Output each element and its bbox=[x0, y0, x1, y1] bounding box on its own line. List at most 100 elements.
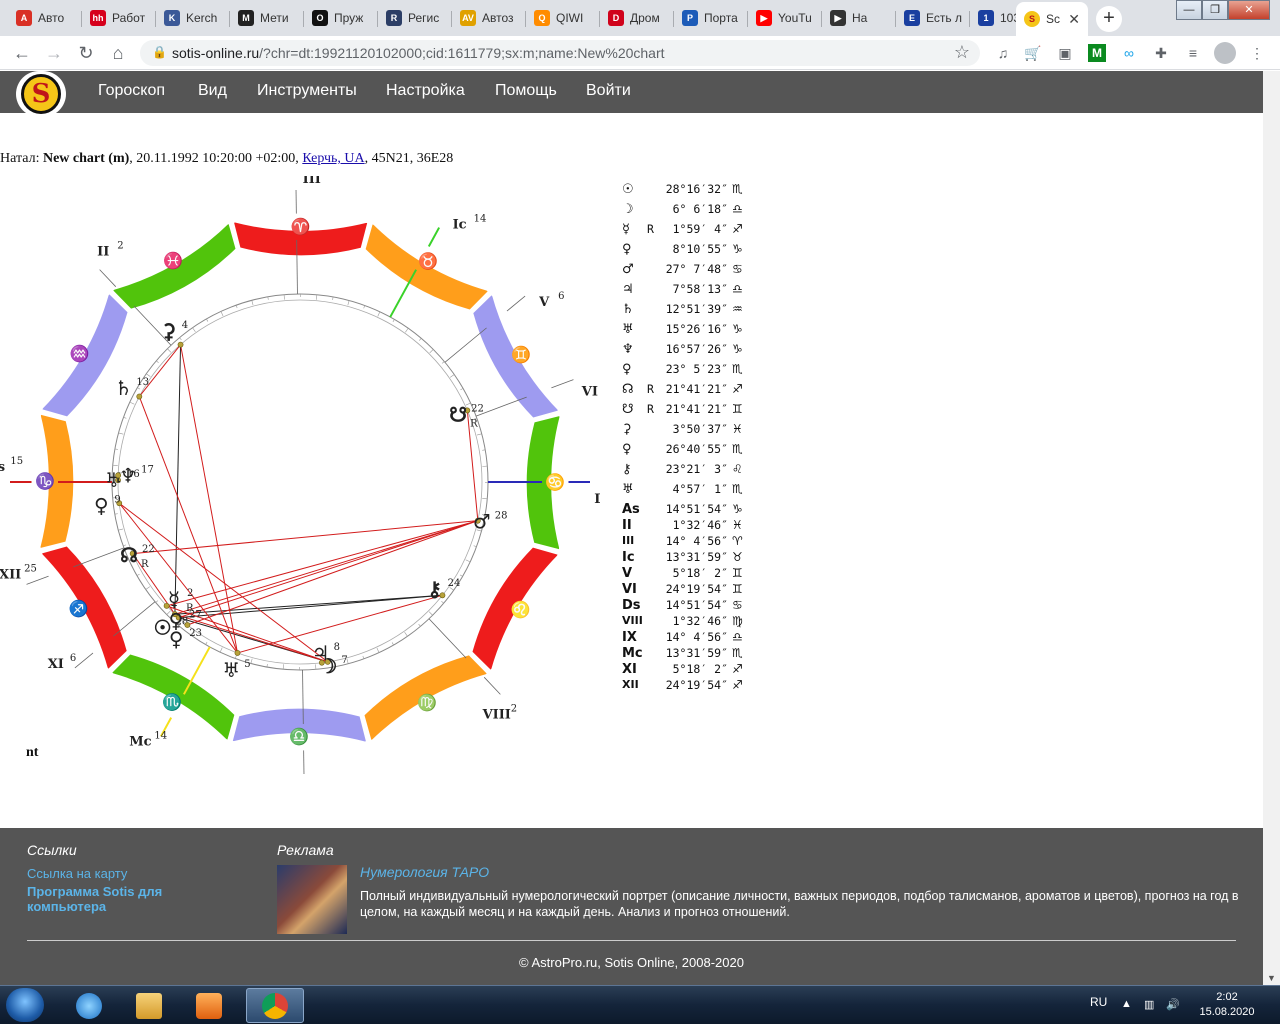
music-extension-icon[interactable]: ♫ bbox=[994, 44, 1012, 62]
degree-tick bbox=[347, 300, 350, 306]
natal-city-link[interactable]: Керчь, UA bbox=[302, 151, 364, 166]
planet-glyph: ♆ bbox=[119, 464, 137, 488]
minimize-button[interactable]: — bbox=[1176, 0, 1202, 20]
network-icon[interactable]: ▥ bbox=[1144, 998, 1154, 1011]
planet-glyph: ♀ bbox=[169, 609, 184, 633]
sotis-logo[interactable]: S bbox=[16, 71, 66, 117]
tab-label: Есть л bbox=[926, 11, 962, 25]
house-cusp-label: XI bbox=[48, 657, 64, 672]
position-degree: 12°51′39″ bbox=[665, 302, 728, 316]
planet-degree: 27 bbox=[189, 610, 202, 621]
planet-degree: 24 bbox=[448, 578, 461, 589]
house-cusp-degree: 14 bbox=[154, 731, 167, 742]
planet-point bbox=[177, 341, 184, 348]
address-bar[interactable]: 🔒 sotis-online.ru/?chr=dt:19921120102000… bbox=[140, 40, 980, 66]
planet-glyph: ☊ bbox=[120, 543, 138, 567]
system-clock[interactable]: 2:02 15.08.2020 bbox=[1196, 990, 1258, 1020]
profile-avatar-icon[interactable] bbox=[1214, 42, 1236, 64]
planet-point bbox=[136, 393, 143, 400]
photo-extension-icon[interactable]: ▣ bbox=[1056, 44, 1074, 62]
menu-help[interactable]: Помощь bbox=[495, 82, 557, 100]
browser-tab[interactable]: M Мети bbox=[230, 4, 304, 32]
start-button-icon[interactable] bbox=[6, 988, 44, 1022]
tab-label: Работ bbox=[112, 11, 146, 25]
back-arrow-icon[interactable]: ← bbox=[10, 41, 34, 65]
planet-degree: 7 bbox=[341, 655, 347, 666]
menu-settings[interactable]: Настройка bbox=[386, 82, 465, 100]
link-sotis-program[interactable]: Программа Sotis для компьютера bbox=[27, 884, 187, 914]
window-close-button[interactable]: ✕ bbox=[1228, 0, 1270, 20]
degree-tick bbox=[267, 296, 269, 300]
position-glyph: Ds bbox=[622, 598, 641, 613]
home-icon[interactable]: ⌂ bbox=[106, 41, 130, 65]
planet-degree: 28 bbox=[495, 511, 508, 522]
position-retro: R bbox=[647, 382, 654, 396]
position-retro: R bbox=[647, 222, 654, 236]
tab-favicon-icon: ▶ bbox=[756, 10, 772, 26]
close-tab-icon[interactable]: ✕ bbox=[1068, 11, 1080, 28]
browser-tab[interactable]: P Порта bbox=[674, 4, 748, 32]
reload-icon[interactable]: ↻ bbox=[74, 41, 98, 65]
browser-tab[interactable]: D Дром bbox=[600, 4, 674, 32]
browser-tab[interactable]: ▶ YouTu bbox=[748, 4, 822, 32]
browser-tab[interactable]: ▶ На bbox=[822, 4, 896, 32]
menu-tools[interactable]: Инструменты bbox=[257, 82, 357, 100]
degree-tick bbox=[441, 361, 445, 364]
taskbar-media-player[interactable] bbox=[180, 988, 238, 1023]
position-glyph: XI bbox=[622, 662, 637, 677]
vertical-scrollbar[interactable]: ▼ bbox=[1263, 71, 1280, 985]
position-sign: ♎ bbox=[732, 202, 743, 216]
taskbar-explorer[interactable] bbox=[120, 988, 178, 1023]
planet-glyph: ♃ bbox=[312, 641, 330, 665]
zodiac-sign-glyph: ♊ bbox=[511, 345, 531, 364]
browser-tab[interactable]: A Авто bbox=[8, 4, 82, 32]
forward-arrow-icon[interactable]: → bbox=[42, 41, 66, 65]
browser-menu-icon[interactable]: ⋮ bbox=[1248, 44, 1266, 62]
language-indicator[interactable]: RU bbox=[1090, 995, 1107, 1009]
tarot-ad-image[interactable] bbox=[277, 865, 347, 934]
tab-label: Мети bbox=[260, 11, 289, 25]
browser-tab[interactable]: E Есть л bbox=[896, 4, 970, 32]
planet-degree: 22 bbox=[471, 403, 484, 414]
m-extension-icon[interactable]: M bbox=[1088, 44, 1106, 62]
position-degree: 23° 5′23″ bbox=[665, 362, 728, 376]
natal-chart-wheel: ♈♉♊♋♌♍♎♏♐♑♒♓As15II2III15Ic14V6VI25Ds15VI… bbox=[0, 176, 600, 776]
taskbar-chrome[interactable] bbox=[246, 988, 304, 1023]
site-footer: Ссылки Ссылка на карту Программа Sotis д… bbox=[0, 828, 1263, 985]
cart-extension-icon[interactable]: 🛒 bbox=[1024, 44, 1042, 62]
position-glyph: ☉ bbox=[622, 182, 634, 197]
browser-tab[interactable]: O Пруж bbox=[304, 4, 378, 32]
taskbar-ie[interactable] bbox=[60, 988, 118, 1023]
house-cusp-line bbox=[483, 676, 501, 695]
tray-expand-icon[interactable]: ▲ bbox=[1121, 998, 1132, 1010]
zodiac-sign-glyph: ♈ bbox=[291, 217, 311, 236]
house-cusp-line bbox=[550, 379, 574, 389]
browser-tab[interactable]: Q QIWI bbox=[526, 4, 600, 32]
tab-active-sotis[interactable]: S Sc ✕ bbox=[1016, 2, 1088, 36]
browser-tab[interactable]: AV Автоз bbox=[452, 4, 526, 32]
position-glyph: Ic bbox=[622, 550, 635, 565]
scroll-down-icon[interactable]: ▼ bbox=[1267, 973, 1276, 983]
position-sign: ♐ bbox=[732, 382, 743, 396]
link-chart-url[interactable]: Ссылка на карту bbox=[27, 866, 127, 881]
browser-tab[interactable]: K Kerch bbox=[156, 4, 230, 32]
menu-view[interactable]: Вид bbox=[198, 82, 227, 100]
tab-label: На bbox=[852, 11, 868, 25]
ad-title-link[interactable]: Нумерология ТАРО bbox=[360, 864, 489, 880]
position-glyph: ♀ bbox=[622, 362, 632, 377]
browser-tab[interactable]: hh Работ bbox=[82, 4, 156, 32]
bookmark-star-icon[interactable]: ☆ bbox=[954, 42, 970, 63]
house-cusp-label: VI bbox=[581, 384, 598, 399]
menu-login[interactable]: Войти bbox=[586, 82, 631, 100]
site-header: S Гороскоп Вид Инструменты Настройка Пом… bbox=[0, 71, 1263, 117]
reading-list-icon[interactable]: ≡ bbox=[1184, 44, 1202, 62]
new-tab-button[interactable]: + bbox=[1096, 6, 1122, 32]
menu-horoscope[interactable]: Гороскоп bbox=[98, 82, 165, 100]
tab-favicon-icon: A bbox=[16, 10, 32, 26]
infinity-extension-icon[interactable]: ∞ bbox=[1120, 44, 1138, 62]
puzzle-extensions-icon[interactable]: ✚ bbox=[1152, 44, 1170, 62]
browser-tab[interactable]: R Регис bbox=[378, 4, 452, 32]
volume-icon[interactable]: 🔊 bbox=[1166, 998, 1180, 1011]
restore-button[interactable]: ❐ bbox=[1202, 0, 1228, 20]
position-degree: 14° 4′56″ bbox=[665, 534, 728, 548]
